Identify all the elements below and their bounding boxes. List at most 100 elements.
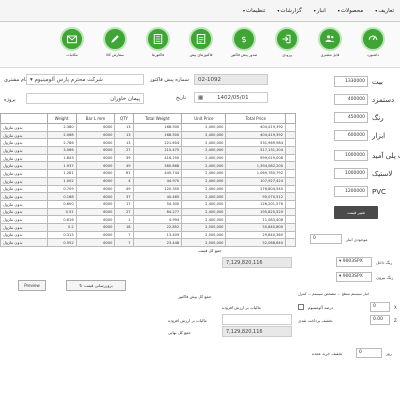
cell-total-price: 276,804,540 xyxy=(225,184,286,194)
material-label: دستمزد xyxy=(372,96,395,104)
cell-qty: 7 xyxy=(114,230,134,240)
material-price-input[interactable]: 1000000 xyxy=(334,168,368,179)
calendar-icon[interactable]: ▦ xyxy=(198,95,203,101)
dollar-icon: $ xyxy=(232,27,256,51)
chevron-down-icon: ▾ xyxy=(339,259,342,264)
table-row[interactable]: بدون ماژول 0.709 6000 49 120.350 2,400,000 276… xyxy=(0,184,296,194)
change-price-button[interactable]: تغییر قیمت xyxy=(334,206,378,219)
table-row[interactable]: بدون ماژول 1.002 6000 4 44.970 2,400,000 107,9… xyxy=(0,176,296,186)
cell-qty: 49 xyxy=(114,184,134,194)
refresh-price-button[interactable]: ↻ بروزرسانی قیمت xyxy=(66,280,126,291)
menu-item[interactable]: ▾محصولات xyxy=(338,8,363,14)
dashboard-icon xyxy=(361,27,385,51)
cash-discount-input[interactable]: 0.00 xyxy=(370,315,390,325)
material-price-input[interactable]: 1200000 xyxy=(334,186,368,197)
cell-weight: 0.816 xyxy=(46,215,77,224)
material-price-input[interactable]: 450000 xyxy=(334,112,368,123)
color-in-select[interactable]: ▾ 9003SPX xyxy=(336,257,372,267)
cell-bar-length: 6000 xyxy=(75,199,116,209)
cell-total-weight: 221.654 xyxy=(132,138,183,148)
cell-spacer xyxy=(285,169,296,178)
cell-total-price: 29,840,360 xyxy=(225,230,286,240)
cell-bar-length: 6000 xyxy=(75,207,116,217)
tile-dashboard[interactable]: داشبورد xyxy=(356,27,390,65)
tile-invoice[interactable]: فاکتورها xyxy=(141,27,175,65)
table-row[interactable]: بدون ماژول 2.380 6000 13 168.500 2,400,000 404… xyxy=(0,123,296,132)
final-total-label: جمع کل نهایی xyxy=(168,330,192,335)
stock-input[interactable]: 0 xyxy=(310,234,342,244)
material-price-input[interactable]: 400000 xyxy=(334,94,368,105)
preview-button[interactable]: Preview xyxy=(18,280,46,291)
cell-spacer xyxy=(285,176,296,186)
cell-total-price: 517,131,104 xyxy=(225,146,286,155)
aluminium-percent-label: درصد آلومینیوم xyxy=(308,305,334,310)
cell-profile: بدون ماژول xyxy=(0,222,48,232)
invoice-number-field[interactable]: 02-1092 xyxy=(194,74,268,85)
tile-dollar[interactable]: $ صدور پیش فاکتور xyxy=(227,27,261,65)
menu-item[interactable]: ▾گزارشات xyxy=(277,8,301,14)
material-price-input[interactable]: 1000000 xyxy=(334,150,368,161)
cell-qty: 13 xyxy=(114,138,134,148)
cell-unit-price: 2,400,000 xyxy=(181,184,227,194)
refresh-icon: ↻ xyxy=(79,283,83,288)
menu-item[interactable]: ▾انبار xyxy=(314,8,326,14)
material-label: رنگ xyxy=(372,114,384,122)
cell-spacer xyxy=(285,161,296,171)
table-row[interactable]: بدون ماژول 0.51 6000 27 84.277 2,400,000 195,8… xyxy=(0,207,296,217)
material-label: PVC xyxy=(372,188,386,196)
cell-weight: 0.2 xyxy=(46,222,77,232)
cell-qty: 27 xyxy=(114,207,134,217)
cell-spacer xyxy=(285,184,296,194)
tile-users[interactable]: فایل مشتری xyxy=(313,27,347,65)
cell-profile: بدون ماژول xyxy=(0,123,48,132)
cell-unit-price: 2,400,000 xyxy=(181,192,227,201)
tile-edit[interactable]: سفارش کالا xyxy=(98,27,132,65)
cell-profile: بدون ماژول xyxy=(0,215,48,224)
vat-field[interactable] xyxy=(222,314,292,325)
aluminium-percent-input[interactable]: 0 xyxy=(370,302,390,312)
cell-qty: 61 xyxy=(114,169,134,178)
color-in-label: رنگ داخل xyxy=(376,260,393,265)
project-field[interactable]: پیمان خاوران xyxy=(26,93,144,104)
table-row[interactable]: بدون ماژول 0.552 6000 7 23.448 2,500,000 52,08… xyxy=(0,238,296,247)
chevron-down-icon: ▾ xyxy=(30,77,33,83)
table-row[interactable]: بدون ماژول 2.068 6000 13 168.500 2,400,000 404… xyxy=(0,130,296,140)
menu-item[interactable]: ▾تنظیمات xyxy=(243,8,265,14)
cell-weight: 0.313 xyxy=(46,230,77,240)
cell-total-price: 50,840,800 xyxy=(225,222,286,232)
x-label: X xyxy=(394,305,397,310)
cell-bar-length: 6000 xyxy=(75,123,116,132)
days-input[interactable]: 0 xyxy=(356,348,382,358)
cell-spacer xyxy=(285,230,296,240)
table-row[interactable]: بدون ماژول 0.168 6000 37 40.465 2,400,000 95,0… xyxy=(0,192,296,201)
tile-doc-list[interactable]: فاکتورهای پیش xyxy=(184,27,218,65)
table-row[interactable]: بدون ماژول 1.281 6000 61 445.744 2,400,000 1,0… xyxy=(0,169,296,178)
date-field[interactable]: ▦ 1402/05/01 xyxy=(194,92,268,103)
menu-item[interactable]: ▾تعاریف xyxy=(375,8,394,14)
color-out-select[interactable]: ▾ 9003SPX xyxy=(336,272,372,282)
cell-spacer xyxy=(285,153,296,163)
material-label: ابزار xyxy=(372,132,386,140)
table-row[interactable]: بدون ماژول 3.066 6000 27 215.475 2,400,000 517… xyxy=(0,146,296,155)
cell-spacer xyxy=(285,192,296,201)
main-menu: ▾تعاریف ▾محصولات ▾انبار ▾گزارشات ▾تنظیمات xyxy=(243,8,394,14)
table-row[interactable]: بدون ماژول 0.816 6000 1 4.994 2,400,000 11,083… xyxy=(0,215,296,224)
final-total-value: 7,129,820,116 xyxy=(222,326,292,337)
table-row[interactable]: بدون ماژول 0.313 6000 7 13.409 2,500,000 29,84… xyxy=(0,230,296,240)
table-row[interactable]: بدون ماژول 2.786 6000 13 221.654 2,400,000 531… xyxy=(0,138,296,148)
table-row[interactable]: بدون ماژول 1.937 6000 49 580.868 2,400,000 1,3… xyxy=(0,161,296,171)
chevron-down-icon: ▾ xyxy=(337,8,340,13)
tile-mail[interactable]: مکاتبات xyxy=(55,27,89,65)
tile-login[interactable]: ورودی xyxy=(270,27,304,65)
aluminium-checkbox[interactable] xyxy=(298,304,304,310)
cell-total-weight: 23.448 xyxy=(132,238,183,247)
material-price-input[interactable]: 1330000 xyxy=(334,76,368,87)
table-row[interactable]: بدون ماژول 1.843 6000 39 416.250 2,400,000 999… xyxy=(0,153,296,163)
table-row[interactable]: بدون ماژول 0.2 6000 18 22.852 2,500,000 50,840… xyxy=(0,222,296,232)
cell-qty: 13 xyxy=(114,130,134,140)
top-menu-bar: ▾تعاریف ▾محصولات ▾انبار ▾گزارشات ▾تنظیمات xyxy=(0,0,400,22)
cell-qty: 17 xyxy=(114,199,134,209)
material-price-input[interactable]: 600000 xyxy=(334,130,368,141)
customer-select[interactable]: ▾ شرکت محترم پارس آلومینیوم xyxy=(26,74,144,85)
table-row[interactable]: بدون ماژول 0.600 6000 17 54.300 2,400,000 126,… xyxy=(0,199,296,209)
